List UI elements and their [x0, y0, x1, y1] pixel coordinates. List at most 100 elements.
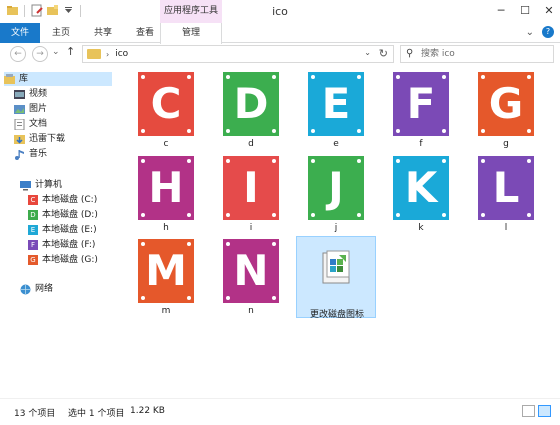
nav-item-drive-e[interactable]: E 本地磁盘 (E:) — [28, 223, 97, 237]
selection-size: 1.22 KB — [130, 406, 165, 416]
file-name: e — [333, 139, 339, 149]
properties-icon[interactable] — [30, 4, 43, 17]
large-icons-view-icon[interactable] — [538, 405, 551, 417]
nav-item-network[interactable]: 网络 — [20, 282, 53, 296]
nav-item-label: 本地磁盘 (D:) — [42, 210, 98, 220]
forward-button[interactable]: → — [32, 46, 48, 62]
nav-item-drive-d[interactable]: D 本地磁盘 (D:) — [28, 208, 98, 222]
letter-l-icon: L — [478, 156, 534, 220]
file-view: C c D d E e F f G g H h I i J j K k L l … — [120, 66, 560, 393]
nav-item-computer[interactable]: 计算机 — [20, 178, 62, 192]
file-item-f[interactable]: F f — [381, 68, 461, 150]
nav-item-label: 本地磁盘 (E:) — [42, 225, 97, 235]
tab-manage[interactable]: 管理 — [160, 23, 222, 44]
search-icon: ⚲ — [406, 48, 414, 59]
nav-item-label: 本地磁盘 (C:) — [42, 195, 98, 205]
minimize-button[interactable]: ─ — [494, 4, 508, 17]
library-icon — [4, 73, 15, 85]
nav-item-label: 迅雷下载 — [29, 134, 66, 144]
drive-c-icon: C — [28, 195, 38, 205]
file-name: f — [419, 139, 423, 149]
computer-icon — [20, 180, 31, 191]
letter-h-icon: H — [138, 156, 194, 220]
file-name: k — [418, 223, 424, 233]
picture-icon — [14, 104, 25, 115]
new-folder-icon[interactable] — [46, 4, 59, 17]
video-icon — [14, 89, 25, 100]
close-button[interactable]: ✕ — [542, 4, 556, 17]
nav-item-drive-f[interactable]: F 本地磁盘 (F:) — [28, 238, 95, 252]
thunder-download-icon — [14, 134, 25, 145]
nav-item-label: 库 — [19, 74, 29, 84]
nav-item-documents[interactable]: 文档 — [14, 117, 47, 131]
tab-file[interactable]: 文件 — [0, 23, 40, 43]
customize-toolbar-icon[interactable] — [62, 4, 75, 17]
letter-d-icon: D — [223, 72, 279, 136]
file-item-n[interactable]: N n — [211, 235, 291, 317]
nav-item-label: 文档 — [29, 119, 48, 129]
nav-item-drive-g[interactable]: G 本地磁盘 (G:) — [28, 253, 98, 267]
file-item-l[interactable]: L l — [466, 152, 546, 234]
file-name: g — [503, 139, 509, 149]
nav-item-downloads[interactable]: 迅雷下载 — [14, 132, 65, 146]
tab-home[interactable]: 主页 — [40, 23, 82, 43]
file-item-e[interactable]: E e — [296, 68, 376, 150]
nav-item-library[interactable]: 库 — [4, 72, 112, 86]
nav-item-pictures[interactable]: 图片 — [14, 102, 47, 116]
nav-item-label: 计算机 — [35, 180, 63, 190]
help-icon[interactable]: ? — [542, 26, 554, 38]
nav-item-label: 视频 — [29, 89, 48, 99]
drive-e-icon: E — [28, 225, 38, 235]
drive-f-icon: F — [28, 240, 38, 250]
selection-count: 选中 1 个项目 — [68, 409, 125, 419]
ribbon-tabs: 文件 主页 共享 查看 管理 ⌄ ? — [0, 23, 560, 44]
file-name: h — [163, 223, 169, 233]
expand-ribbon-icon[interactable]: ⌄ — [526, 27, 534, 38]
maximize-button[interactable]: ☐ — [518, 4, 532, 17]
window-title: ico — [272, 5, 288, 18]
file-item-d[interactable]: D d — [211, 68, 291, 150]
folder-icon — [87, 49, 101, 59]
file-item-g[interactable]: G g — [466, 68, 546, 150]
nav-item-label: 网络 — [35, 284, 54, 294]
nav-item-music[interactable]: 音乐 — [14, 147, 47, 161]
nav-item-label: 本地磁盘 (G:) — [42, 255, 98, 265]
quick-access-toolbar — [6, 4, 83, 17]
search-input[interactable]: ⚲ 搜索 ico — [400, 45, 554, 63]
file-item-j[interactable]: J j — [296, 152, 376, 234]
music-icon — [14, 149, 25, 160]
nav-item-label: 本地磁盘 (F:) — [42, 240, 96, 250]
back-button[interactable]: ← — [10, 46, 26, 62]
file-item-h[interactable]: H h — [126, 152, 206, 234]
chevron-right-icon[interactable]: › — [106, 50, 109, 59]
nav-item-drive-c[interactable]: C 本地磁盘 (C:) — [28, 193, 97, 207]
file-name: l — [504, 223, 508, 233]
recent-locations-icon[interactable]: ⌄ — [52, 47, 60, 57]
nav-item-label: 音乐 — [29, 149, 48, 159]
file-item-i[interactable]: I i — [211, 152, 291, 234]
file-item-c[interactable]: C c — [126, 68, 206, 150]
ribbon-controls: ⌄ ? — [526, 26, 554, 38]
file-item-k[interactable]: K k — [381, 152, 461, 234]
file-name: c — [163, 139, 169, 149]
tab-share[interactable]: 共享 — [82, 23, 124, 43]
divider — [80, 4, 81, 17]
folder-icon[interactable] — [6, 4, 19, 17]
nav-item-videos[interactable]: 视频 — [14, 87, 47, 101]
address-bar[interactable]: › ico ⌄ ↻ — [82, 45, 394, 63]
file-item-m[interactable]: M m — [126, 235, 206, 317]
file-item-registry[interactable]: 更改磁盘图标 — [296, 236, 376, 320]
window-controls: ─ ☐ ✕ — [494, 4, 556, 17]
nav-item-label: 图片 — [29, 104, 48, 114]
breadcrumb[interactable]: ico — [115, 49, 128, 59]
title-bar: 应用程序工具 ico ─ ☐ ✕ — [0, 0, 560, 23]
refresh-icon[interactable]: ↻ — [379, 47, 388, 60]
letter-i-icon: I — [223, 156, 279, 220]
letter-j-icon: J — [308, 156, 364, 220]
up-button[interactable]: ↑ — [66, 45, 75, 58]
chevron-down-icon[interactable]: ⌄ — [364, 48, 371, 57]
address-row: ← → ⌄ ↑ › ico ⌄ ↻ ⚲ 搜索 ico — [0, 43, 560, 65]
details-view-icon[interactable] — [522, 405, 535, 417]
status-bar: 13 个项目 选中 1 个项目 1.22 KB — [0, 398, 560, 425]
letter-e-icon: E — [308, 72, 364, 136]
